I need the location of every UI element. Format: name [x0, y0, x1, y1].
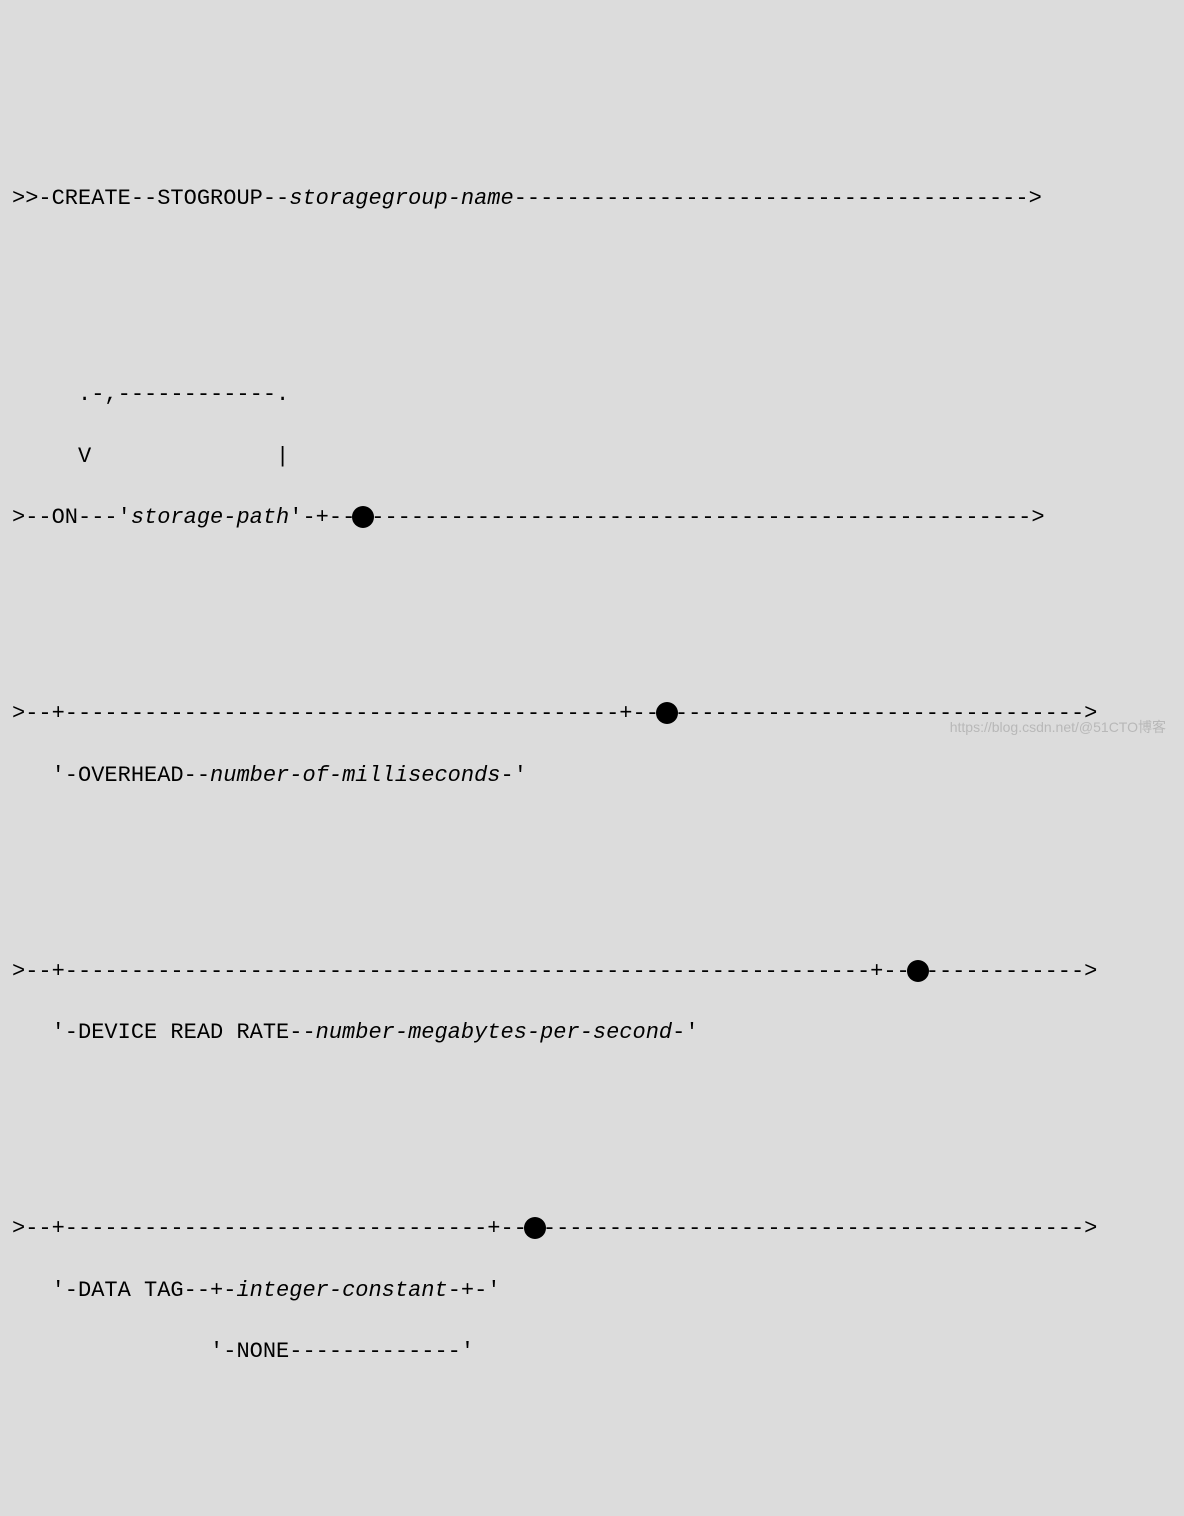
syntax-line-data-tag: >--+--------------------------------+---…: [12, 1184, 1172, 1400]
param-milliseconds: number-of-milliseconds: [210, 763, 500, 788]
rail-tail: --------------------------------------->: [514, 186, 1042, 211]
param-storage-path: storage-path: [131, 505, 289, 530]
syntax-line-overhead: >--+------------------------------------…: [12, 668, 1172, 822]
keyword-create: CREATE: [52, 186, 131, 211]
keyword-on: ON: [52, 505, 78, 530]
loop-top: .-,------------.: [12, 380, 1172, 411]
syntax-line-set-default: >--+------------------+-----------------…: [12, 1503, 1172, 1516]
syntax-line-on: .-,------------. V | >--ON---'storage-pa…: [12, 349, 1172, 565]
keyword-stogroup: STOGROUP: [157, 186, 263, 211]
keyword-data-tag: DATA TAG: [78, 1278, 184, 1303]
keyword-none: NONE: [236, 1339, 289, 1364]
param-integer-constant: integer-constant: [236, 1278, 447, 1303]
param-storagegroup-name: storagegroup-name: [289, 186, 513, 211]
param-megabytes-per-second: number-megabytes-per-second: [316, 1020, 672, 1045]
watermark-text: https://blog.csdn.net/@51CTO博客: [950, 718, 1166, 738]
loop-mid: V |: [12, 442, 1172, 473]
rail-start: >>-: [12, 186, 52, 211]
keyword-device-read-rate: DEVICE READ RATE: [78, 1020, 289, 1045]
syntax-line-create: >>-CREATE--STOGROUP--storagegroup-name--…: [12, 153, 1172, 245]
keyword-overhead: OVERHEAD: [78, 763, 184, 788]
syntax-line-device-read-rate: >--+------------------------------------…: [12, 926, 1172, 1080]
